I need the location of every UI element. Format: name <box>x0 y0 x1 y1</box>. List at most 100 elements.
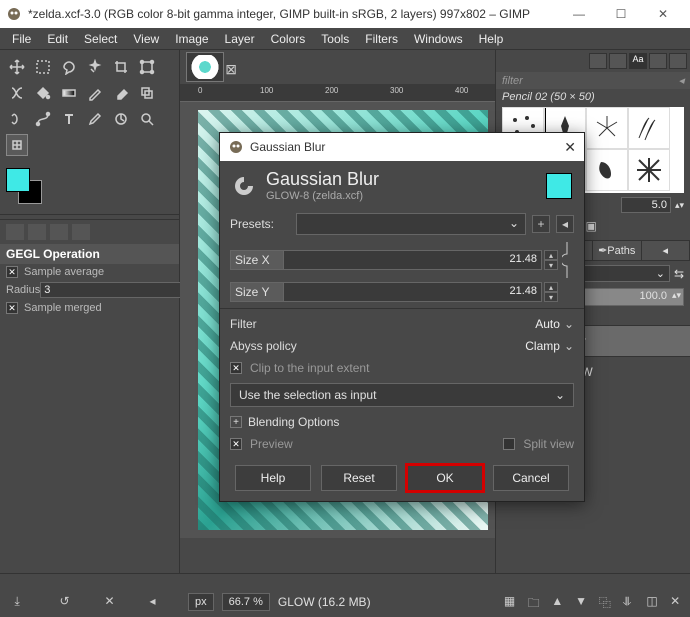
clip-checkbox[interactable] <box>230 362 242 374</box>
size-y-spinner[interactable]: ▴▾ <box>544 282 558 302</box>
sample-merged-checkbox[interactable] <box>6 302 18 314</box>
filter-dropdown[interactable]: ⌄ <box>564 317 574 331</box>
unit-select[interactable]: px <box>188 593 214 611</box>
dialog-title-text: Gaussian Blur <box>250 140 564 154</box>
image-tab-close-icon[interactable]: ⊠ <box>225 61 237 78</box>
layer-group-icon[interactable]: 🗀 <box>528 594 544 610</box>
split-view-checkbox[interactable] <box>503 438 515 450</box>
dialog-close-button[interactable]: ✕ <box>564 139 576 156</box>
ruler-tick: 300 <box>390 86 403 95</box>
help-button[interactable]: Help <box>235 465 311 491</box>
merge-layer-icon[interactable]: ⥥ <box>623 594 639 610</box>
size-x-slider[interactable]: 21.48 <box>284 250 542 270</box>
ok-button[interactable]: OK <box>407 465 483 491</box>
tool-pencil[interactable] <box>84 82 106 104</box>
tool-bucket[interactable] <box>32 82 54 104</box>
lower-layer-icon[interactable]: ▼ <box>575 594 591 610</box>
preset-menu-button[interactable]: ◂ <box>556 215 574 233</box>
toolopt-tab-4[interactable] <box>72 224 90 240</box>
blending-expand[interactable]: + <box>230 416 242 428</box>
menu-image[interactable]: Image <box>169 30 214 48</box>
tool-clone[interactable] <box>136 82 158 104</box>
zoom-select[interactable]: 66.7 % <box>222 593 270 611</box>
panel-menu[interactable]: ◂ <box>642 241 690 260</box>
abyss-dropdown[interactable]: ⌄ <box>564 339 574 353</box>
tool-path[interactable] <box>32 108 54 130</box>
mode-swap-icon[interactable]: ⇆ <box>674 267 684 281</box>
open-brush-icon[interactable]: ▣ <box>586 219 597 236</box>
dock-tab-4[interactable] <box>649 53 667 69</box>
toolopt-tab-2[interactable] <box>28 224 46 240</box>
tool-measure[interactable] <box>110 108 132 130</box>
mask-icon[interactable]: ◫ <box>646 594 662 610</box>
dock-tab-5[interactable] <box>669 53 687 69</box>
spinner-icon[interactable]: ▴▾ <box>675 200 684 211</box>
presets-select[interactable]: ⌄ <box>296 213 526 235</box>
filter-value: Auto <box>535 317 560 331</box>
tool-free-select[interactable] <box>58 56 80 78</box>
dialog-titlebar[interactable]: Gaussian Blur ✕ <box>220 133 584 161</box>
tool-gegl[interactable] <box>6 134 28 156</box>
preview-checkbox[interactable] <box>230 438 242 450</box>
tool-move[interactable] <box>6 56 28 78</box>
use-selection-select[interactable]: Use the selection as input ⌄ <box>230 383 574 407</box>
gaussian-blur-dialog: Gaussian Blur ✕ Gaussian Blur GLOW-8 (ze… <box>219 132 585 502</box>
dialog-heading: Gaussian Blur <box>266 169 536 190</box>
toolopt-tab-3[interactable] <box>50 224 68 240</box>
menu-file[interactable]: File <box>6 30 37 48</box>
image-tab-1[interactable]: ⊠ <box>186 52 224 82</box>
menu-layer[interactable]: Layer <box>219 30 261 48</box>
tool-zoom[interactable] <box>136 108 158 130</box>
dock-tab-3[interactable]: Aa <box>629 53 647 69</box>
dock-tab-2[interactable] <box>609 53 627 69</box>
menu-select[interactable]: Select <box>78 30 123 48</box>
minimize-button[interactable]: — <box>558 0 600 28</box>
save-icon[interactable]: ⤓ <box>15 594 31 610</box>
toolopt-tab-1[interactable] <box>6 224 24 240</box>
tool-transform[interactable] <box>136 56 158 78</box>
maximize-button[interactable]: ☐ <box>600 0 642 28</box>
tool-text[interactable] <box>58 108 80 130</box>
tool-fuzzy-select[interactable] <box>84 56 106 78</box>
sample-average-checkbox[interactable] <box>6 266 18 278</box>
close-button[interactable]: ✕ <box>642 0 684 28</box>
raise-layer-icon[interactable]: ▲ <box>551 594 567 610</box>
dialog-subheading: GLOW-8 (zelda.xcf) <box>266 190 536 202</box>
brush-spacing-input[interactable] <box>621 197 671 213</box>
radius-input[interactable] <box>40 282 190 298</box>
menu-windows[interactable]: Windows <box>408 30 469 48</box>
dock-tab-1[interactable] <box>589 53 607 69</box>
brush-filter[interactable]: filter ◂ <box>496 72 690 89</box>
tool-smudge[interactable] <box>6 108 28 130</box>
menu-edit[interactable]: Edit <box>41 30 74 48</box>
menu-tools[interactable]: Tools <box>315 30 355 48</box>
reset-button[interactable]: Reset <box>321 465 397 491</box>
tool-rect-select[interactable] <box>32 56 54 78</box>
tool-crop[interactable] <box>110 56 132 78</box>
menu-icon[interactable]: ◂ <box>150 594 166 610</box>
tool-warp[interactable] <box>6 82 28 104</box>
ruler-tick: 0 <box>198 86 202 95</box>
new-layer-icon[interactable]: ▦ <box>504 594 520 610</box>
fg-color[interactable] <box>6 168 30 192</box>
menu-help[interactable]: Help <box>473 30 510 48</box>
window-titlebar: *zelda.xcf-3.0 (RGB color 8-bit gamma in… <box>0 0 690 28</box>
revert-icon[interactable]: ↺ <box>60 594 76 610</box>
tool-color-picker[interactable] <box>84 108 106 130</box>
menu-view[interactable]: View <box>127 30 165 48</box>
dup-layer-icon[interactable]: ⿻ <box>599 594 615 610</box>
tool-gradient[interactable] <box>58 82 80 104</box>
tool-eraser[interactable] <box>110 82 132 104</box>
menu-filters[interactable]: Filters <box>359 30 404 48</box>
fg-bg-colors[interactable] <box>6 168 50 208</box>
menu-colors[interactable]: Colors <box>265 30 312 48</box>
cancel-button[interactable]: Cancel <box>493 465 569 491</box>
paths-tab[interactable]: ✒Paths <box>593 241 642 260</box>
del-layer-icon[interactable]: ✕ <box>670 594 686 610</box>
size-x-spinner[interactable]: ▴▾ <box>544 250 558 270</box>
link-chain-icon[interactable] <box>560 240 574 280</box>
delete-icon[interactable]: ✕ <box>105 594 121 610</box>
sample-merged-label: Sample merged <box>24 302 102 314</box>
preset-add-button[interactable]: + <box>532 215 550 233</box>
size-y-slider[interactable]: 21.48 <box>284 282 542 302</box>
